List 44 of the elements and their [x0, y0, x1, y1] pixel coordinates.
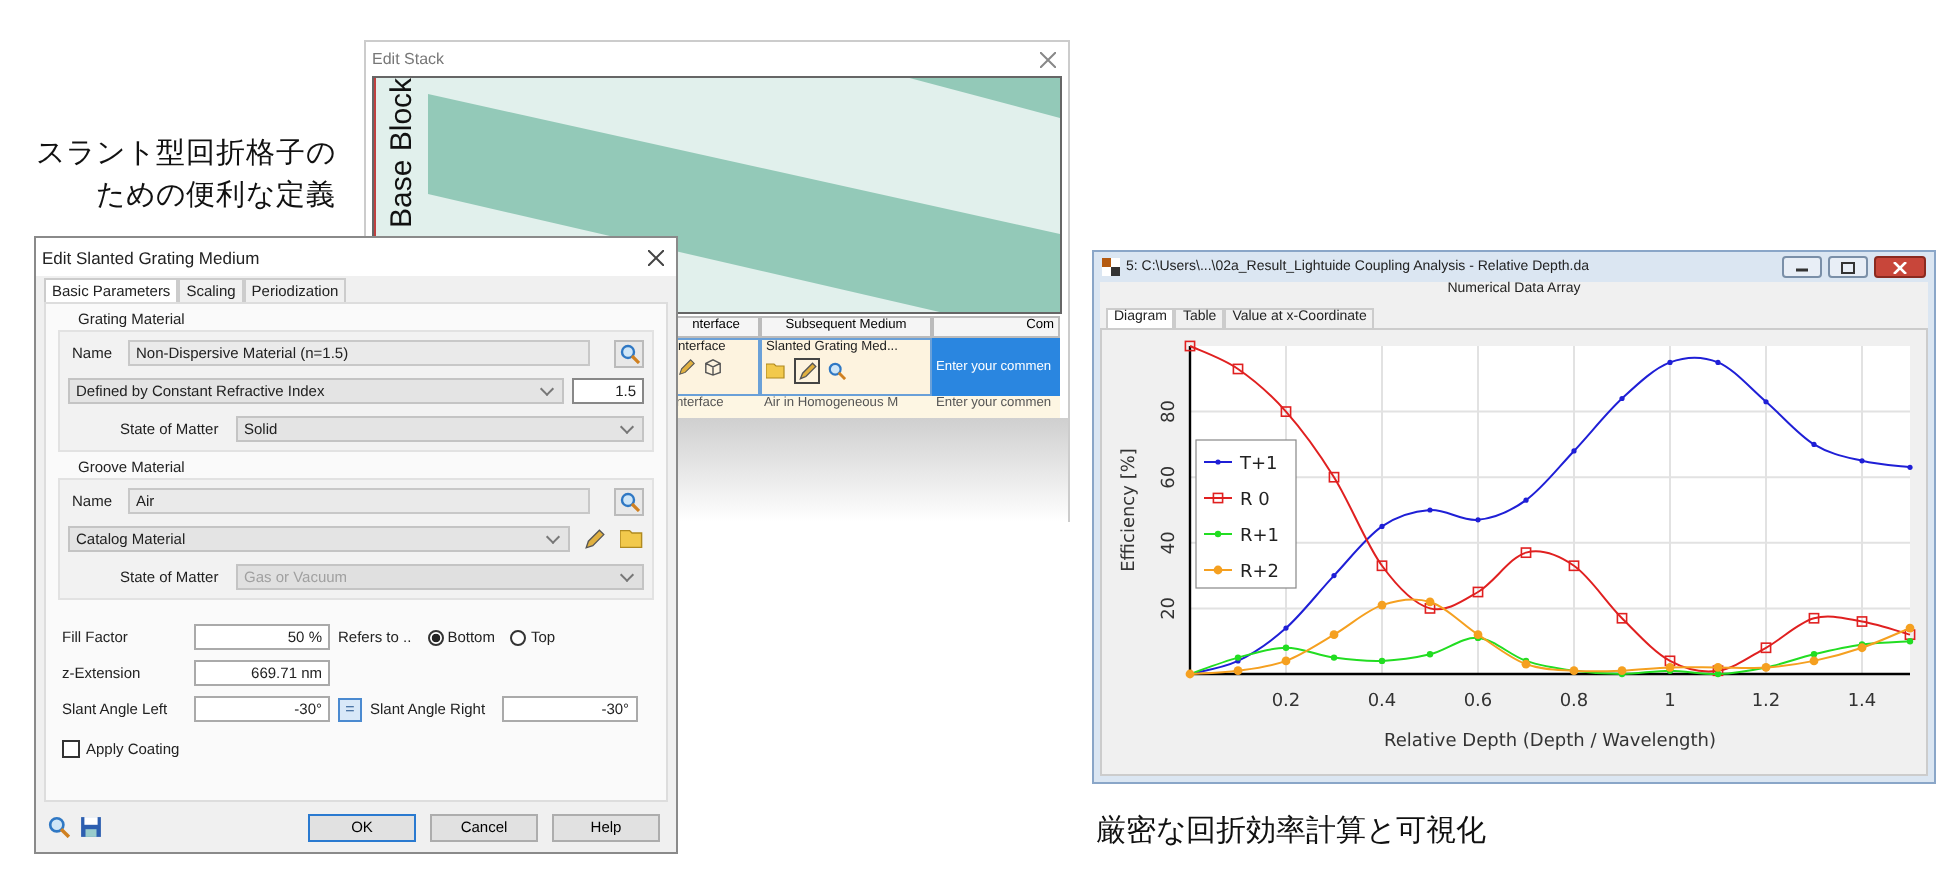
legend-label: R+1 — [1240, 527, 1280, 547]
axis-tick-label: 0.6 — [1463, 692, 1493, 712]
search-icon[interactable] — [48, 816, 70, 838]
pencil-icon[interactable] — [794, 358, 820, 384]
axis-tick-label: 80 — [1160, 400, 1180, 424]
caption-line: スラント型回折格子の — [36, 136, 336, 174]
y-axis-title: Efficiency [%] — [1120, 448, 1140, 572]
folder-icon[interactable] — [620, 528, 644, 550]
axis-tick-label: 20 — [1160, 596, 1180, 620]
close-button[interactable] — [1874, 256, 1926, 278]
axis-tick-label: 0.4 — [1367, 692, 1397, 712]
legend-swatch — [1203, 565, 1233, 575]
legend-swatch — [1203, 492, 1233, 504]
minimize-button[interactable] — [1782, 256, 1822, 278]
maximize-button[interactable] — [1828, 256, 1868, 278]
axis-tick-label: 1.4 — [1847, 692, 1877, 712]
window-title: Edit Slanted Grating Medium — [42, 247, 260, 267]
legend-swatch — [1203, 459, 1233, 465]
search-button[interactable] — [614, 487, 644, 515]
axis-tick-label: 0.2 — [1271, 692, 1301, 712]
save-icon[interactable] — [80, 816, 102, 838]
legend-swatch — [1203, 530, 1233, 538]
search-icon[interactable] — [828, 362, 846, 380]
legend-label: T+1 — [1240, 455, 1278, 475]
window-title: Edit Stack — [372, 50, 445, 68]
app-icon — [1102, 258, 1120, 276]
pencil-icon[interactable] — [584, 528, 606, 550]
search-button[interactable] — [614, 339, 644, 367]
close-icon[interactable] — [648, 249, 664, 265]
x-axis-title: Relative Depth (Depth / Wavelength) — [1384, 732, 1716, 752]
maximize-icon — [1840, 261, 1856, 273]
axis-tick-label: 60 — [1160, 465, 1180, 489]
legend-label: R+2 — [1240, 563, 1280, 583]
axis-tick-label: 1 — [1664, 692, 1676, 712]
caption-line: ための便利な定義 — [96, 177, 336, 216]
axis-tick-label: 40 — [1160, 531, 1180, 555]
caption-line: 厳密な回折効率計算と可視化 — [1096, 812, 1486, 850]
axis-tick-label: 1.2 — [1751, 692, 1781, 712]
pencil-icon[interactable] — [678, 358, 696, 376]
axis-tick-label: 0.8 — [1559, 692, 1589, 712]
equal-button[interactable]: = — [338, 697, 362, 721]
close-icon — [1892, 261, 1908, 273]
legend-label: R 0 — [1240, 491, 1270, 511]
cube-icon[interactable] — [704, 358, 722, 376]
